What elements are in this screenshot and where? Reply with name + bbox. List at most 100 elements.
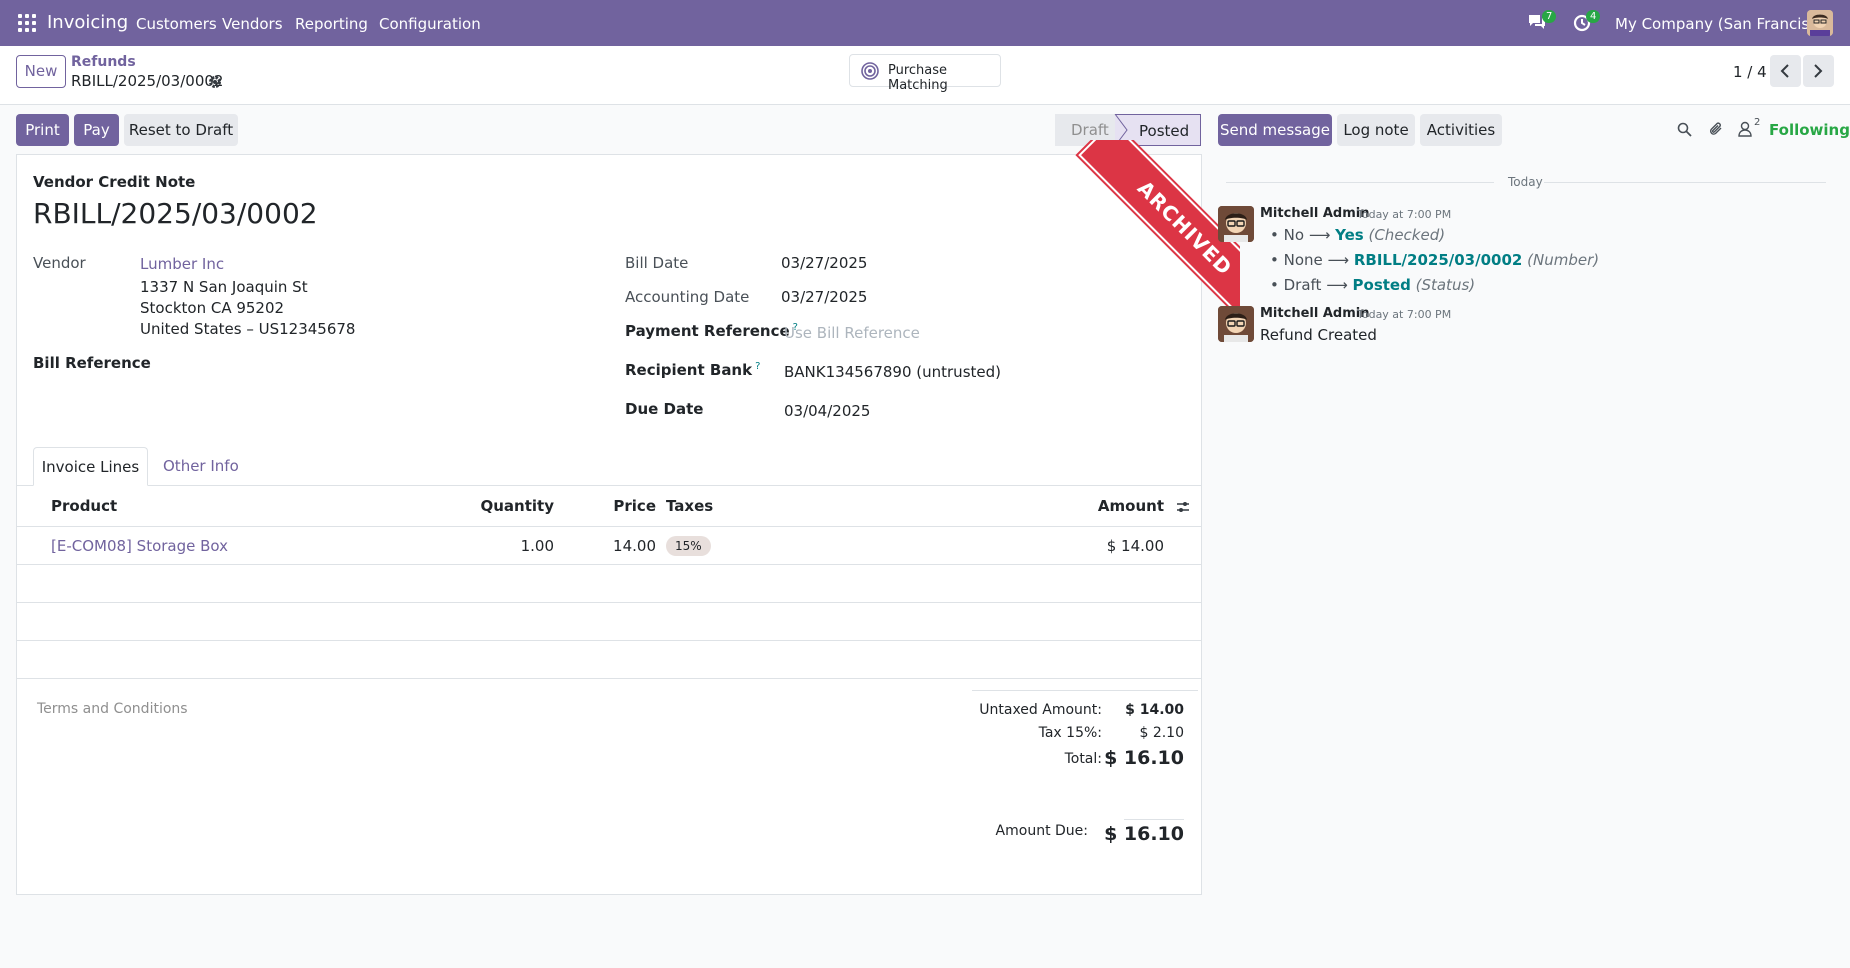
column-taxes[interactable]: Taxes [666,497,713,515]
table-row-divider [17,564,1201,565]
untaxed-amount-label: Untaxed Amount: [979,702,1102,718]
tracking-field-name: (Number) [1527,251,1600,269]
tracking-old-value: None [1283,251,1323,269]
line-amount: $ 14.00 [1106,537,1164,555]
tax-value: $ 2.10 [1139,725,1184,741]
print-button[interactable]: Print [16,114,69,146]
accounting-date-label: Accounting Date [625,288,750,306]
tax-label: Tax 15%: [1038,725,1102,741]
amount-due-value: $ 16.10 [1104,823,1184,845]
breadcrumb-refunds[interactable]: Refunds [71,54,136,70]
menu-customers[interactable]: Customers [136,15,217,33]
message-author[interactable]: Mitchell Admin [1260,206,1369,221]
paperclip-icon[interactable] [1709,121,1724,137]
activities-badge: 4 [1586,10,1601,23]
vendor-name[interactable]: Lumber Inc [140,255,224,273]
message-body: Refund Created [1260,326,1377,344]
status-draft[interactable]: Draft [1055,114,1115,146]
app-name[interactable]: Invoicing [47,12,128,33]
following-button[interactable]: Following [1769,121,1850,139]
gear-icon[interactable] [208,75,222,89]
chevron-right-icon [1814,64,1823,78]
user-avatar[interactable] [1807,10,1833,36]
pay-button[interactable]: Pay [74,114,119,146]
pager-next-button[interactable] [1803,55,1834,87]
terms-and-conditions-input[interactable]: Terms and Conditions [37,701,188,717]
tracking-new-value: Posted [1352,276,1411,294]
accounting-date-field[interactable]: 03/27/2025 [781,288,867,306]
arrow-right-icon: ⟶ [1327,251,1350,269]
vendor-address-line-1: 1337 N San Joaquin St [140,278,308,296]
date-separator: Today [1508,175,1543,189]
tracking-new-value[interactable]: RBILL/2025/03/0002 [1354,251,1523,269]
amount-due-label: Amount Due: [995,823,1088,839]
column-quantity[interactable]: Quantity [470,497,555,515]
arrow-right-icon: ⟶ [1308,226,1331,244]
tracking-field-name: (Checked) [1368,226,1446,244]
bill-date-field[interactable]: 03/27/2025 [781,254,867,272]
search-icon[interactable] [1677,122,1692,137]
tracking-new-value: Yes [1335,226,1364,244]
column-price[interactable]: Price [590,497,656,515]
chevron-left-icon [1780,64,1789,78]
table-row-divider [17,640,1201,641]
new-button[interactable]: New [16,55,66,88]
tab-other-info[interactable]: Other Info [163,447,239,486]
bill-date-label: Bill Date [625,254,689,272]
activities-button[interactable]: Activities [1420,114,1502,146]
table-row-divider [17,678,1201,679]
payment-reference-input[interactable]: Use Bill Reference [784,324,920,342]
tracking-change: • No ⟶ Yes (Checked) [1270,226,1446,244]
tracking-old-value: Draft [1283,276,1322,294]
reset-to-draft-button[interactable]: Reset to Draft [124,114,238,146]
tracking-old-value: No [1283,226,1305,244]
document-type: Vendor Credit Note [33,173,196,191]
document-number: RBILL/2025/03/0002 [33,197,318,230]
control-panel: New Refunds RBILL/2025/03/0002 Purchase … [0,46,1850,105]
column-product[interactable]: Product [51,497,117,515]
due-date-field[interactable]: 03/04/2025 [784,402,870,420]
column-amount[interactable]: Amount [1090,497,1164,515]
table-row-divider [17,602,1201,603]
send-message-button[interactable]: Send message [1218,114,1332,146]
recipient-bank-field[interactable]: BANK134567890 (untrusted) [784,363,1001,381]
message-author[interactable]: Mitchell Admin [1260,306,1369,321]
breadcrumb-current: RBILL/2025/03/0002 [71,72,224,90]
followers-icon[interactable] [1738,121,1752,137]
purchase-matching-button[interactable]: Purchase Matching [849,54,1001,93]
purchase-matching-label: Purchase Matching [888,63,948,93]
target-icon [861,62,879,80]
totals-divider [972,690,1198,691]
menu-reporting[interactable]: Reporting [295,15,368,33]
author-avatar[interactable] [1218,306,1254,342]
recipient-bank-label-text: Recipient Bank [625,361,753,379]
pager-value[interactable]: 1 / 4 [1733,63,1767,81]
author-avatar[interactable] [1218,206,1254,242]
recipient-bank-help-icon[interactable]: ? [755,361,760,372]
apps-menu-icon[interactable] [18,14,36,32]
messages-badge: 7 [1542,10,1557,23]
date-separator-line [1544,182,1826,183]
status-arrow-icon [1114,114,1128,146]
line-quantity[interactable]: 1.00 [470,537,554,555]
untaxed-amount-value: $ 14.00 [1125,702,1184,718]
due-date-label: Due Date [625,400,704,418]
recipient-bank-label: Recipient Bank? [625,361,760,379]
line-tax-tag[interactable]: 15% [666,536,711,556]
tab-invoice-lines[interactable]: Invoice Lines [33,447,148,486]
total-value: $ 16.10 [1104,747,1184,769]
tracking-change: • None ⟶ RBILL/2025/03/0002 (Number) [1270,251,1600,269]
vendor-address-line-3: United States – US12345678 [140,320,356,338]
line-price[interactable]: 14.00 [590,537,656,555]
line-product[interactable]: [E-COM08] Storage Box [51,537,228,555]
menu-vendors[interactable]: Vendors [222,15,283,33]
payment-reference-label-text: Payment Reference [625,322,790,340]
message-timestamp: Today at 7:00 PM [1357,208,1452,221]
message-timestamp: Today at 7:00 PM [1357,308,1452,321]
company-switcher[interactable]: My Company (San Francisco) [1615,15,1832,33]
vendor-label: Vendor [33,254,86,272]
column-settings-icon[interactable] [1176,500,1190,514]
pager-previous-button[interactable] [1770,55,1801,87]
menu-configuration[interactable]: Configuration [379,15,481,33]
log-note-button[interactable]: Log note [1337,114,1415,146]
